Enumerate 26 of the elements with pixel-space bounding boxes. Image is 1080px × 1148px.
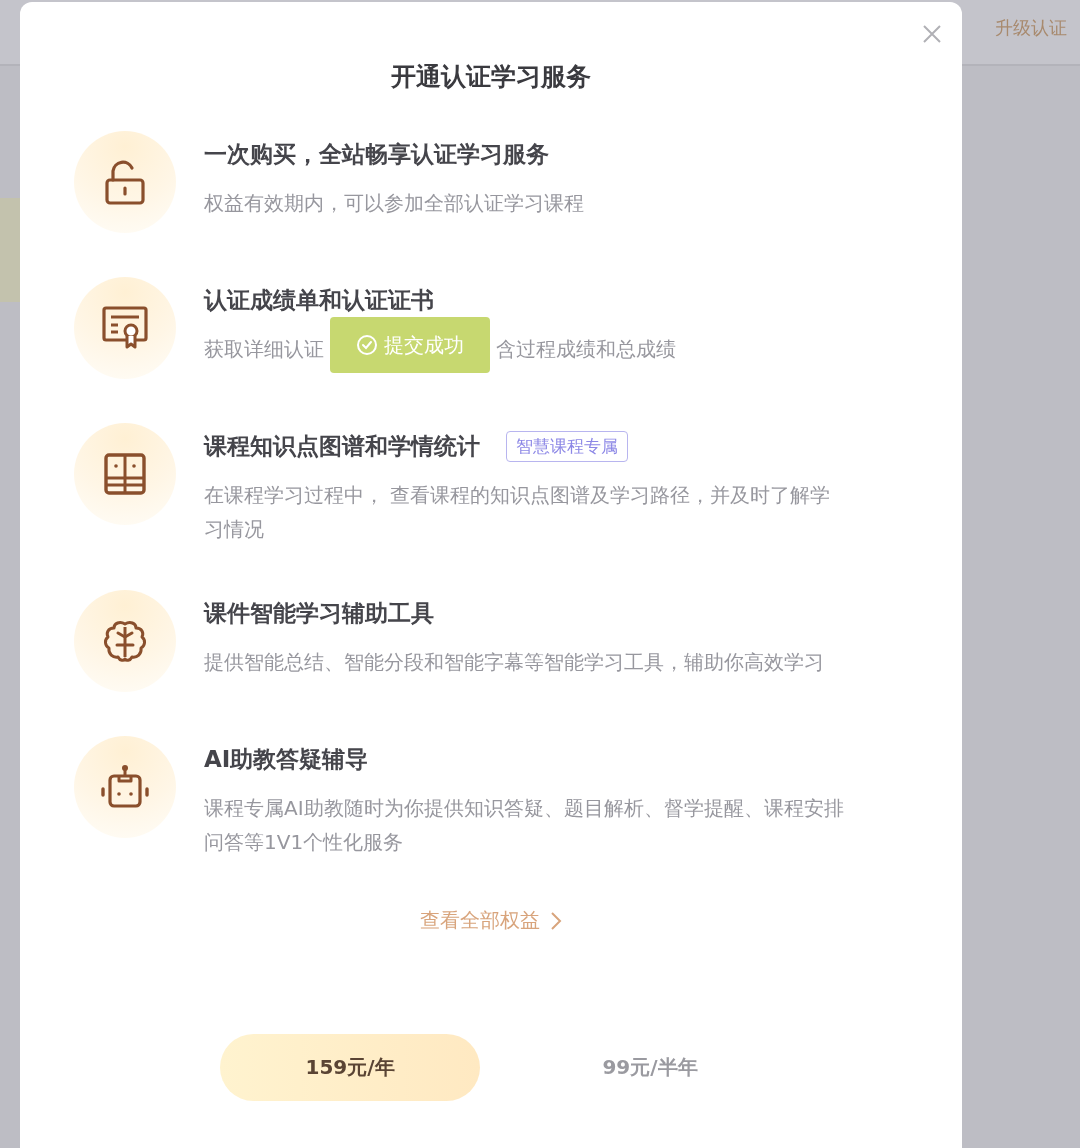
grid-icon [103,452,147,496]
benefit-title: AI助教答疑辅导 [204,745,369,774]
upgrade-link[interactable]: 升级认证 [995,16,1067,40]
tag: 智慧课程专属 [506,431,628,462]
benefit-title: 课件智能学习辅助工具 [204,599,434,628]
benefit-description: 权益有效期内，可以参加全部认证学习课程 [204,190,584,217]
unlock-icon [103,158,147,206]
chevron-right-icon [550,910,562,931]
benefit-description: 含过程成绩和总成绩 [496,336,676,363]
toast-text: 提交成功 [384,332,464,359]
benefit-description: 课程专属AI助教随时为你提供知识答疑、题目解析、督学提醒、课程安排问答等1V1个性化服务 [204,795,844,856]
dialog-title: 开通认证学习服务 [390,61,592,93]
benefit-description: 获取详细认证 [204,336,324,363]
check-circle-icon [356,334,378,356]
certificate-icon [101,305,149,351]
benefit-description: 提供智能总结、智能分段和智能字幕等智能学习工具，辅助你高效学习 [204,649,824,676]
benefit-title: 认证成绩单和认证证书 [204,286,434,315]
benefit-description: 在课程学习过程中， 查看课程的知识点图谱及学习路径，并及时了解学习情况 [204,482,832,543]
benefit-title: 一次购买，全站畅享认证学习服务 [204,140,549,169]
close-icon[interactable] [922,24,942,44]
plan-option[interactable]: 99元/半年 [520,1034,780,1101]
view-all-link[interactable]: 查看全部权益 [420,907,562,934]
robot-icon [100,764,150,810]
benefit-title: 课程知识点图谱和学情统计 [204,432,480,461]
plan-option[interactable]: 159元/年 [220,1034,480,1101]
brain-icon [102,619,148,663]
